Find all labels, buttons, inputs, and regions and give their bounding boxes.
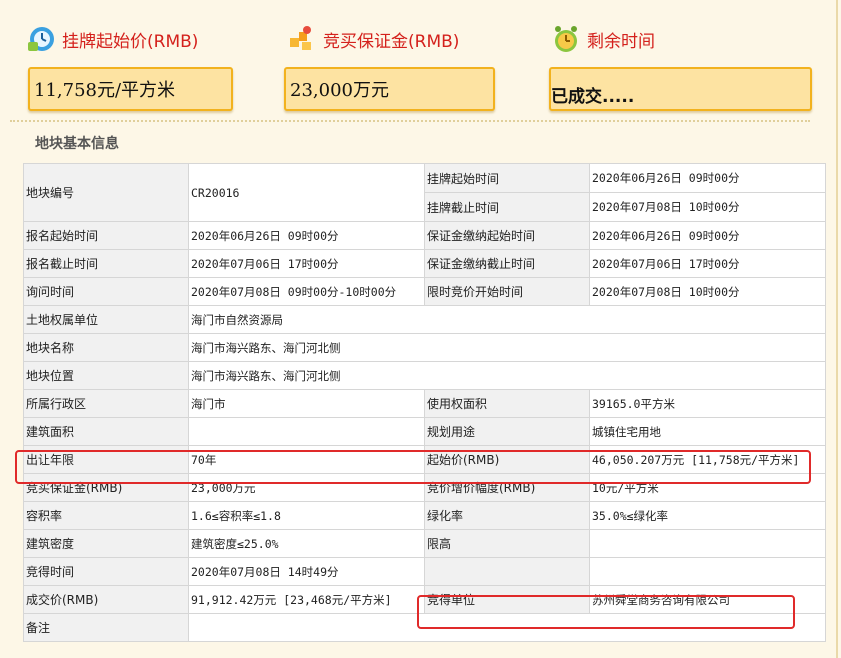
deposit-header: 竞买保证金(RMB) — [287, 24, 459, 54]
value-cell: 建筑密度≤25.0% — [188, 529, 425, 558]
value-cell — [589, 529, 826, 558]
key-cell: 保证金缴纳起始时间 — [424, 221, 590, 250]
key-cell: 挂牌起始时间 — [424, 163, 590, 193]
value-cell: 海门市自然资源局 — [188, 305, 826, 334]
value-cell — [188, 417, 425, 446]
key-cell: 规划用途 — [424, 417, 590, 446]
table-row: 竞得时间 2020年07月08日 14时49分 — [23, 557, 826, 586]
key-cell: 竞买保证金(RMB) — [23, 473, 189, 502]
table-row: 竞买保证金(RMB) 23,000万元 竞价增价幅度(RMB) 10元/平方米 — [23, 473, 826, 502]
remaining-value-box: 已成交..... — [549, 67, 812, 111]
value-cell: 2020年07月06日 17时00分 — [188, 249, 425, 278]
price-clock-icon — [28, 27, 54, 51]
key-cell: 使用权面积 — [424, 389, 590, 418]
key-cell: 地块名称 — [23, 333, 189, 362]
remaining-header: 剩余时间 — [551, 24, 655, 54]
value-cell: 1.6≤容积率≤1.8 — [188, 501, 425, 530]
medal-icon — [290, 26, 311, 50]
key-cell: 报名截止时间 — [23, 249, 189, 278]
table-row: 成交价(RMB) 91,912.42万元 [23,468元/平方米] 竞得单位 … — [23, 585, 826, 614]
table-row: 地块位置 海门市海兴路东、海门河北侧 — [23, 361, 826, 390]
start-price-header: 挂牌起始价(RMB) — [26, 24, 198, 54]
value-cell: 2020年06月26日 09时00分 — [589, 221, 826, 250]
value-cell: 2020年07月08日 10时00分 — [589, 277, 826, 306]
table-row: 询问时间 2020年07月08日 09时00分-10时00分 限时竞价开始时间 … — [23, 277, 826, 306]
table-row: 出让年限 70年 起始价(RMB) 46,050.207万元 [11,758元/… — [23, 445, 826, 474]
key-cell: 地块编号 — [23, 163, 189, 222]
value-cell: 海门市 — [188, 389, 425, 418]
value-cell: 海门市海兴路东、海门河北侧 — [188, 361, 826, 390]
key-cell: 报名起始时间 — [23, 221, 189, 250]
table-row: 建筑密度 建筑密度≤25.0% 限高 — [23, 529, 826, 558]
value-cell: 39165.0平方米 — [589, 389, 826, 418]
table-row: 地块编号 CR20016 挂牌起始时间 2020年06月26日 09时00分 — [23, 163, 826, 222]
deposit-label: 竞买保证金(RMB) — [323, 31, 460, 52]
table-row: 容积率 1.6≤容积率≤1.8 绿化率 35.0%≤绿化率 — [23, 501, 826, 530]
deposit-value-box: 23,000万元 — [284, 67, 495, 111]
value-cell: CR20016 — [188, 163, 425, 222]
key-cell: 竞得单位 — [424, 585, 590, 614]
table-row: 地块名称 海门市海兴路东、海门河北侧 — [23, 333, 826, 362]
table-row: 建筑面积 规划用途 城镇住宅用地 — [23, 417, 826, 446]
key-cell: 备注 — [23, 613, 189, 642]
key-cell: 保证金缴纳截止时间 — [424, 249, 590, 278]
table-row: 报名截止时间 2020年07月06日 17时00分 保证金缴纳截止时间 2020… — [23, 249, 826, 278]
value-cell: 2020年06月26日 09时00分 — [188, 221, 425, 250]
value-cell: 城镇住宅用地 — [589, 417, 826, 446]
value-cell: 46,050.207万元 [11,758元/平方米] — [589, 445, 826, 474]
key-cell: 建筑面积 — [23, 417, 189, 446]
value-cell: 70年 — [188, 445, 425, 474]
start-price-value-box: 11,758元/平方米 — [28, 67, 233, 111]
value-cell: 苏州舜堂商务咨询有限公司 — [589, 585, 826, 614]
table-row: 报名起始时间 2020年06月26日 09时00分 保证金缴纳起始时间 2020… — [23, 221, 826, 250]
key-cell: 限高 — [424, 529, 590, 558]
key-cell: 绿化率 — [424, 501, 590, 530]
header-divider — [10, 120, 810, 122]
key-cell: 土地权属单位 — [23, 305, 189, 334]
value-cell: 2020年07月08日 14时49分 — [188, 557, 425, 586]
start-price-label: 挂牌起始价(RMB) — [62, 31, 199, 52]
table-row: 土地权属单位 海门市自然资源局 — [23, 305, 826, 334]
section-title: 地块基本信息 — [35, 136, 119, 152]
key-cell: 竞价增价幅度(RMB) — [424, 473, 590, 502]
key-cell: 建筑密度 — [23, 529, 189, 558]
key-cell: 挂牌截止时间 — [424, 192, 590, 222]
key-cell: 竞得时间 — [23, 557, 189, 586]
key-cell — [424, 557, 590, 586]
deposit-value: 23,000万元 — [290, 80, 389, 101]
value-cell: 2020年07月08日 09时00分-10时00分 — [188, 277, 425, 306]
key-cell: 询问时间 — [23, 277, 189, 306]
land-info-table: 地块编号 CR20016 挂牌起始时间 2020年06月26日 09时00分 挂… — [23, 163, 826, 642]
value-cell: 2020年06月26日 09时00分 — [589, 163, 826, 193]
key-cell: 地块位置 — [23, 361, 189, 390]
value-cell — [589, 557, 826, 586]
key-cell: 出让年限 — [23, 445, 189, 474]
value-cell: 2020年07月06日 17时00分 — [589, 249, 826, 278]
key-cell: 所属行政区 — [23, 389, 189, 418]
table-row: 所属行政区 海门市 使用权面积 39165.0平方米 — [23, 389, 826, 418]
remaining-label: 剩余时间 — [587, 31, 655, 52]
value-cell: 2020年07月08日 10时00分 — [589, 192, 826, 222]
value-cell: 23,000万元 — [188, 473, 425, 502]
value-cell: 91,912.42万元 [23,468元/平方米] — [188, 585, 425, 614]
remaining-value: 已成交..... — [551, 87, 635, 107]
start-price-value: 11,758元/平方米 — [34, 80, 176, 101]
key-cell: 成交价(RMB) — [23, 585, 189, 614]
value-cell: 海门市海兴路东、海门河北侧 — [188, 333, 826, 362]
value-cell: 10元/平方米 — [589, 473, 826, 502]
value-cell — [188, 613, 826, 642]
key-cell: 限时竞价开始时间 — [424, 277, 590, 306]
alarm-clock-icon — [555, 26, 577, 52]
table-row: 备注 — [23, 613, 826, 642]
value-cell: 35.0%≤绿化率 — [589, 501, 826, 530]
key-cell: 容积率 — [23, 501, 189, 530]
key-cell: 起始价(RMB) — [424, 445, 590, 474]
